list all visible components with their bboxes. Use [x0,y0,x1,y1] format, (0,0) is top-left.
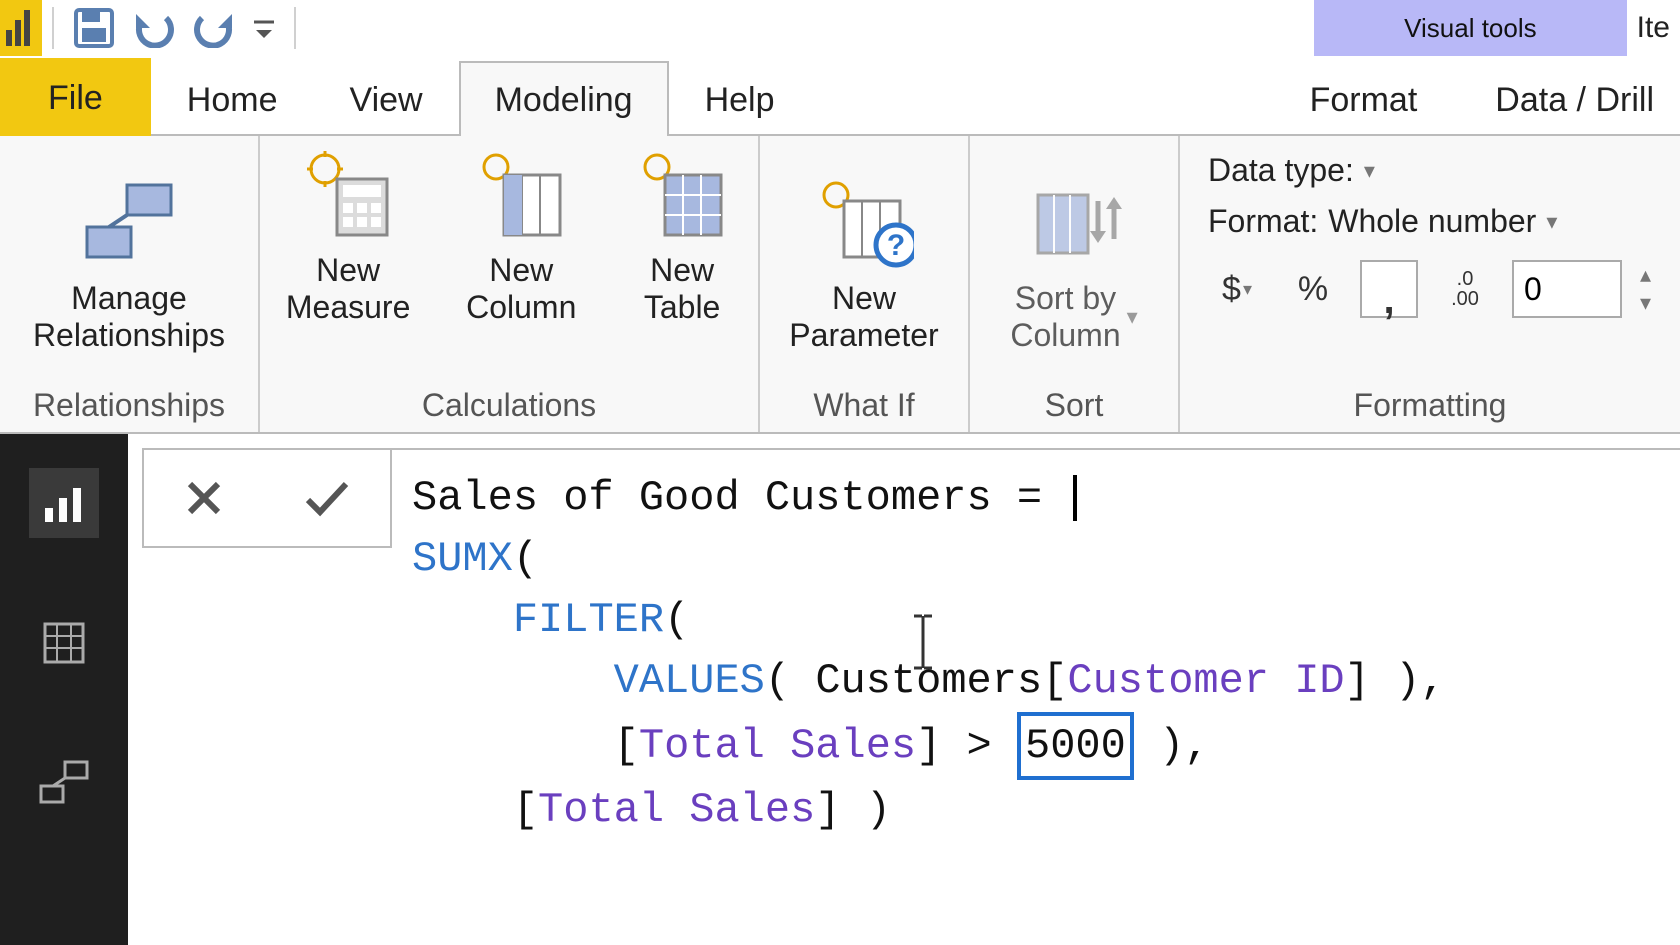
save-button[interactable] [64,0,124,56]
nav-model-view[interactable] [29,748,99,818]
measure-total-sales: Total Sales [639,722,916,770]
relationships-icon [79,174,179,274]
group-label-sort: Sort [980,385,1168,428]
separator [294,7,296,49]
measure-total-sales-2: Total Sales [538,786,815,834]
undo-button[interactable] [124,0,184,56]
group-label-relationships: Relationships [10,385,248,428]
group-sort: Sort by Column▾ Sort [970,136,1180,432]
decimals-icon: .0.00 [1436,260,1494,318]
tab-view[interactable]: View [314,61,459,136]
tab-data-drill[interactable]: Data / Drill [1475,61,1674,136]
nav-report-view[interactable] [29,468,99,538]
tab-file[interactable]: File [0,58,151,136]
format-dropdown[interactable]: Format: Whole number ▾ [1208,203,1652,240]
formula-editor[interactable]: Sales of Good Customers = SUMX( FILTER( … [392,448,1680,945]
customize-qat[interactable] [244,0,284,56]
app-icon [0,0,42,56]
canvas[interactable]: Iter Sales of Good Customers = SUMX( FIL… [128,434,1680,945]
new-parameter-label: New Parameter [789,280,938,354]
group-label-formatting: Formatting [1190,385,1670,428]
svg-text:?: ? [887,229,905,262]
contextual-tabs: Visual tools Ite [1314,0,1680,56]
tab-modeling[interactable]: Modeling [459,61,669,136]
manage-relationships-label: Manage Relationships [33,280,225,354]
tab-help[interactable]: Help [669,61,811,136]
chevron-down-icon: ▾ [1127,304,1138,329]
thousands-separator-button[interactable]: , [1360,260,1418,318]
commit-formula-button[interactable] [302,476,352,520]
fn-sumx: SUMX [412,535,513,583]
group-calculations: New Measure New Column New Table Calcula… [260,136,760,432]
currency-format-button[interactable]: $▾ [1208,260,1266,318]
format-label: Format: [1208,203,1318,240]
tab-home[interactable]: Home [151,61,314,136]
group-whatif: ? New Parameter What If [760,136,970,432]
redo-button[interactable] [184,0,244,56]
chevron-down-icon: ▾ [1546,209,1557,235]
nav-data-view[interactable] [29,608,99,678]
group-formatting: Data type: ▾ Format: Whole number ▾ $▾ %… [1180,136,1680,432]
sort-by-column-label: Sort by Column▾ [1010,280,1137,354]
data-type-dropdown[interactable]: Data type: ▾ [1208,152,1652,189]
new-column-label: New Column [466,252,576,326]
parameter-icon: ? [814,174,914,274]
cancel-formula-button[interactable] [182,476,226,520]
left-nav [0,434,128,945]
new-table-icon [632,146,732,246]
formula-action-buttons [142,448,392,548]
sort-icon [1024,174,1124,274]
format-value: Whole number [1328,203,1536,240]
tab-format[interactable]: Format [1290,61,1438,136]
percent-format-button[interactable]: % [1284,260,1342,318]
contextual-tab-visual-tools[interactable]: Visual tools [1314,0,1627,56]
spinner[interactable]: ▴▾ [1640,262,1651,316]
new-table-label: New Table [644,252,721,326]
text-cursor-icon [908,490,1160,794]
ribbon: Manage Relationships Relationships New M… [0,134,1680,434]
new-parameter-button[interactable]: ? New Parameter [783,170,944,358]
group-relationships: Manage Relationships Relationships [0,136,260,432]
work-area: Iter Sales of Good Customers = SUMX( FIL… [0,434,1680,945]
formula-measure-name: Sales of Good Customers [412,474,992,522]
sort-by-column-button[interactable]: Sort by Column▾ [1004,170,1143,358]
chevron-down-icon: ▾ [1243,279,1252,300]
decimal-places-input[interactable] [1512,260,1622,318]
cutoff-text: Ite [1627,0,1680,56]
new-measure-label: New Measure [286,252,411,326]
new-measure-icon [298,146,398,246]
chevron-down-icon: ▾ [1364,158,1375,184]
fn-values: VALUES [614,657,765,705]
new-column-icon [471,146,571,246]
fn-filter: FILTER [513,596,664,644]
new-column-button[interactable]: New Column [460,142,582,330]
separator [52,7,54,49]
group-label-whatif: What If [770,385,958,428]
manage-relationships-button[interactable]: Manage Relationships [27,170,231,358]
data-type-label: Data type: [1208,152,1354,189]
group-label-calculations: Calculations [270,385,748,428]
new-table-button[interactable]: New Table [626,142,738,330]
quick-access-toolbar: Visual tools Ite [0,0,1680,56]
new-measure-button[interactable]: New Measure [280,142,417,330]
ribbon-tabs: File Home View Modeling Help Format Data… [0,56,1680,134]
formula-bar: Sales of Good Customers = SUMX( FILTER( … [142,448,1680,945]
